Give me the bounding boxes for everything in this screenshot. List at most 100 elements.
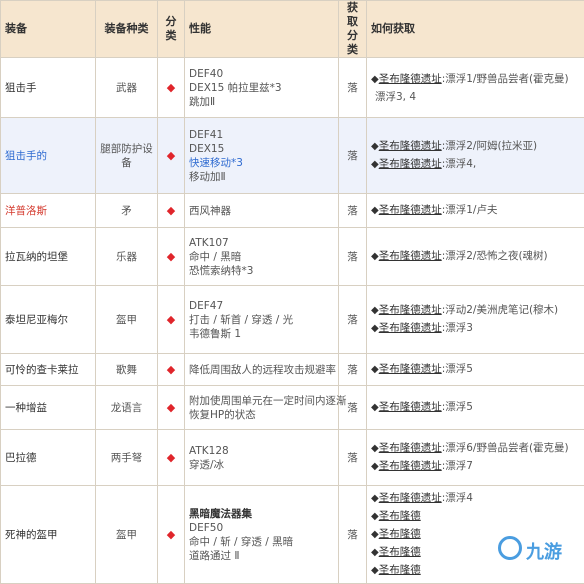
category-cell: ◆: [158, 118, 185, 194]
source-link[interactable]: 圣布隆德遗址: [379, 204, 442, 216]
table-row: 狙击手的腿部防护设备◆DEF41DEX15快速移动*3移动加Ⅱ落◆圣布隆德遗址:…: [1, 118, 584, 194]
source-link[interactable]: 圣布隆德: [379, 528, 421, 540]
performance-cell: ATK128穿透/冰: [185, 430, 339, 486]
source-entry: ◆圣布隆德遗址:漂浮4,: [371, 157, 580, 172]
table-row: 洋普洛斯矛◆西风神器落◆圣布隆德遗址:漂浮1/卢夫: [1, 194, 584, 228]
diamond-icon: ◆: [167, 250, 175, 263]
diamond-bullet-icon: ◆: [371, 364, 379, 375]
get-category: 落: [339, 486, 367, 584]
get-category: 落: [339, 194, 367, 228]
header-get-category: 获取分类: [339, 1, 367, 58]
source-link[interactable]: 圣布隆德遗址: [379, 363, 442, 375]
how-to-get-cell: ◆圣布隆德遗址:漂浮1/野兽品尝者(霍克曼) 漂浮3, 4: [367, 58, 584, 118]
diamond-bullet-icon: ◆: [371, 493, 379, 504]
source-link[interactable]: 圣布隆德遗址: [379, 250, 442, 262]
diamond-bullet-icon: ◆: [371, 511, 379, 522]
source-link[interactable]: 圣布隆德: [379, 546, 421, 558]
performance-cell: 降低周围敌人的远程攻击规避率: [185, 354, 339, 386]
equip-name: 狙击手: [1, 58, 96, 118]
equip-type: 两手弩: [96, 430, 158, 486]
performance-line: 西风神器: [189, 204, 334, 218]
table-header-row: 装备 装备种类 分类 性能 获取分类 如何获取: [1, 1, 584, 58]
source-entry: ◆圣布隆德遗址:漂浮5: [371, 400, 580, 415]
how-to-get-cell: ◆圣布隆德遗址:漂浮1/卢夫: [367, 194, 584, 228]
source-entry: ◆圣布隆德遗址:漂浮5: [371, 362, 580, 377]
performance-line: ATK128: [189, 444, 334, 458]
performance-line: DEX15 帕拉里兹*3: [189, 81, 334, 95]
get-category: 落: [339, 286, 367, 354]
performance-cell: ATK107命中 / 黑暗恐慌索纳特*3: [185, 228, 339, 286]
source-detail: :漂浮6/野兽品尝者(霍克曼): [442, 442, 569, 454]
equip-type: 歌舞: [96, 354, 158, 386]
equip-name-text: 洋普洛斯: [5, 205, 47, 217]
get-category: 落: [339, 354, 367, 386]
table-row: 一种增益龙语言◆附加使周围单元在一定时间内逐渐恢复HP的状态落◆圣布隆德遗址:漂…: [1, 386, 584, 430]
equip-name: 狙击手的: [1, 118, 96, 194]
equip-type: 龙语言: [96, 386, 158, 430]
header-how-to-get: 如何获取: [367, 1, 584, 58]
source-link[interactable]: 圣布隆德遗址: [379, 140, 442, 152]
equip-name: 一种增益: [1, 386, 96, 430]
diamond-icon: ◆: [167, 401, 175, 414]
source-link[interactable]: 圣布隆德遗址: [379, 304, 442, 316]
category-cell: ◆: [158, 286, 185, 354]
diamond-bullet-icon: ◆: [371, 461, 379, 472]
how-to-get-cell: ◆圣布隆德遗址:漂浮5: [367, 354, 584, 386]
diamond-bullet-icon: ◆: [371, 205, 379, 216]
equip-name-text: 死神的盔甲: [5, 529, 58, 541]
diamond-bullet-icon: ◆: [371, 323, 379, 334]
how-to-get-cell: ◆圣布隆德遗址:漂浮2/阿姆(拉米亚)◆圣布隆德遗址:漂浮4,: [367, 118, 584, 194]
source-link[interactable]: 圣布隆德遗址: [379, 158, 442, 170]
source-link[interactable]: 圣布隆德遗址: [379, 401, 442, 413]
header-category: 分类: [158, 1, 185, 58]
performance-line: 道路通过 Ⅱ: [189, 549, 334, 563]
category-cell: ◆: [158, 194, 185, 228]
table-row: 拉瓦纳的坦堡乐器◆ATK107命中 / 黑暗恐慌索纳特*3落◆圣布隆德遗址:漂浮…: [1, 228, 584, 286]
equip-name: 洋普洛斯: [1, 194, 96, 228]
equip-type: 乐器: [96, 228, 158, 286]
diamond-icon: ◆: [167, 451, 175, 464]
performance-line: DEX15: [189, 142, 334, 156]
watermark-text: 九游: [526, 538, 562, 564]
diamond-bullet-icon: ◆: [371, 529, 379, 540]
performance-cell: DEF40DEX15 帕拉里兹*3跳加Ⅱ: [185, 58, 339, 118]
source-entry: ◆圣布隆德遗址:漂浮1/野兽品尝者(霍克曼): [371, 72, 580, 87]
source-link[interactable]: 圣布隆德遗址: [379, 492, 442, 504]
source-link[interactable]: 圣布隆德: [379, 510, 421, 522]
equip-name: 泰坦尼亚梅尔: [1, 286, 96, 354]
get-category: 落: [339, 228, 367, 286]
source-link[interactable]: 圣布隆德遗址: [379, 442, 442, 454]
source-entry: ◆圣布隆德遗址:漂浮2/恐怖之夜(魂树): [371, 249, 580, 264]
table-row: 巴拉德两手弩◆ATK128穿透/冰落◆圣布隆德遗址:漂浮6/野兽品尝者(霍克曼)…: [1, 430, 584, 486]
source-entry: ◆圣布隆德: [371, 563, 580, 578]
equip-type: 盔甲: [96, 286, 158, 354]
source-link[interactable]: 圣布隆德遗址: [379, 322, 442, 334]
header-performance: 性能: [185, 1, 339, 58]
source-detail: :漂浮2/阿姆(拉米亚): [442, 140, 537, 152]
source-detail: :漂浮2/恐怖之夜(魂树): [442, 250, 548, 262]
source-link[interactable]: 圣布隆德遗址: [379, 73, 442, 85]
diamond-bullet-icon: ◆: [371, 565, 379, 576]
table-row: 可怜的查卡莱拉歌舞◆降低周围敌人的远程攻击规避率落◆圣布隆德遗址:漂浮5: [1, 354, 584, 386]
equip-name-text: 巴拉德: [5, 452, 37, 464]
table-row: 死神的盔甲盔甲◆黑暗魔法器集DEF50命中 / 斩 / 穿透 / 黑暗道路通过 …: [1, 486, 584, 584]
source-link[interactable]: 圣布隆德遗址: [379, 460, 442, 472]
performance-line: 降低周围敌人的远程攻击规避率: [189, 363, 334, 377]
diamond-icon: ◆: [167, 149, 175, 162]
performance-line: ATK107: [189, 236, 334, 250]
watermark-icon: [498, 536, 522, 560]
get-category: 落: [339, 430, 367, 486]
how-to-get-cell: ◆圣布隆德遗址:漂浮6/野兽品尝者(霍克曼)◆圣布隆德遗址:漂浮7: [367, 430, 584, 486]
diamond-bullet-icon: ◆: [371, 443, 379, 454]
source-entry: 漂浮3, 4: [371, 90, 580, 104]
diamond-icon: ◆: [167, 204, 175, 217]
equip-name-text: 狙击手: [5, 82, 37, 94]
equipment-table: 装备 装备种类 分类 性能 获取分类 如何获取 狙击手武器◆DEF40DEX15…: [0, 0, 584, 584]
performance-line: DEF50: [189, 521, 334, 535]
performance-line: DEF40: [189, 67, 334, 81]
category-cell: ◆: [158, 58, 185, 118]
performance-cell: 附加使周围单元在一定时间内逐渐恢复HP的状态: [185, 386, 339, 430]
diamond-bullet-icon: ◆: [371, 305, 379, 316]
performance-line: 穿透/冰: [189, 458, 334, 472]
diamond-icon: ◆: [167, 528, 175, 541]
